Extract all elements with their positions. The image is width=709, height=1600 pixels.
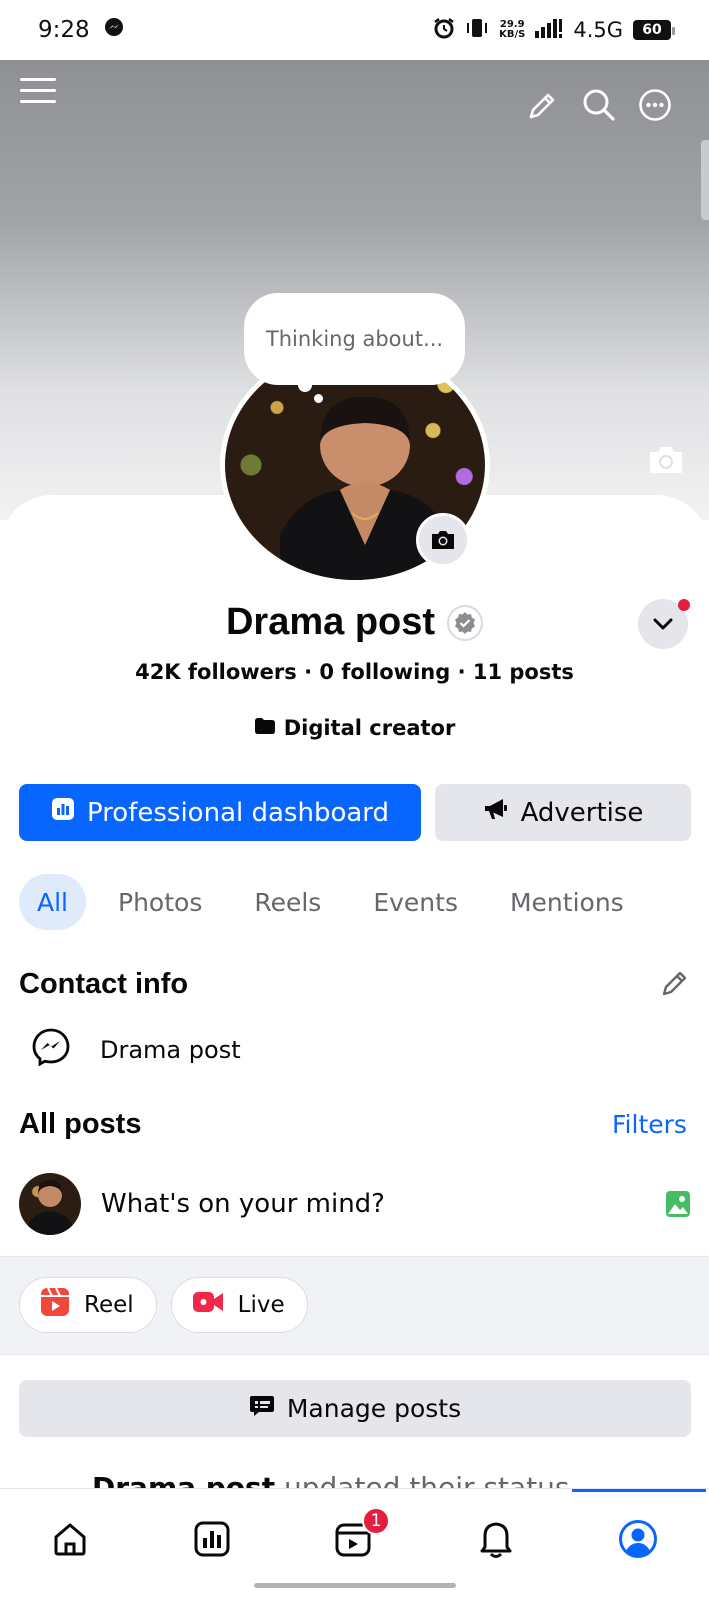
peek-text: Drama post updated their status [92, 1474, 570, 1488]
scroll-edge-handle [701, 140, 709, 220]
alarm-icon [433, 17, 455, 44]
photo-icon[interactable] [665, 1190, 691, 1218]
create-options: Reel Live [19, 1277, 308, 1333]
network-speed-unit: KB/S [499, 29, 526, 40]
home-indicator[interactable] [254, 1583, 456, 1588]
tab-mentions[interactable]: Mentions [490, 874, 644, 930]
manage-posts-button[interactable]: Manage posts [19, 1380, 691, 1437]
profile-actions: Professional dashboard Advertise [19, 784, 691, 841]
live-video-icon [192, 1290, 224, 1320]
post-composer[interactable]: What's on your mind? [19, 1173, 691, 1235]
contact-info-title: Contact info [19, 968, 189, 1000]
chevron-down-icon [653, 618, 673, 630]
verified-badge-icon[interactable] [447, 604, 484, 641]
network-type: 4.5G [573, 18, 623, 42]
messenger-contact-label: Drama post [100, 1036, 241, 1064]
messenger-contact[interactable]: Drama post [32, 1028, 241, 1072]
network-speed: 29.9 KB/S [499, 20, 525, 40]
thought-bubble[interactable]: Thinking about... [244, 293, 465, 385]
signal-icon [535, 18, 563, 43]
thought-bubble-dot [298, 378, 312, 392]
peek-status-text: updated their status [275, 1474, 570, 1488]
tab-photos[interactable]: Photos [98, 874, 222, 930]
category-icon [254, 716, 276, 740]
composer-avatar[interactable] [19, 1173, 81, 1235]
manage-posts-icon [249, 1394, 275, 1424]
nav-video[interactable]: 1 [324, 1507, 390, 1569]
page-category: Digital creator [0, 716, 709, 740]
all-posts-title: All posts [19, 1108, 142, 1140]
profile-name-row: Drama post [0, 601, 709, 644]
avatar-camera-button[interactable] [416, 513, 470, 567]
dashboard-nav-icon [194, 1521, 230, 1557]
battery-indicator: 60 [633, 20, 675, 40]
thought-bubble-dot-small [314, 394, 323, 403]
tab-events[interactable]: Events [353, 874, 478, 930]
page-title: Drama post [225, 601, 436, 643]
professional-dashboard-label: Professional dashboard [86, 797, 390, 828]
notification-dot [678, 599, 690, 611]
filters-link[interactable]: Filters [612, 1110, 687, 1139]
video-badge: 1 [362, 1507, 390, 1535]
dashboard-icon [51, 797, 75, 828]
tab-reels[interactable]: Reels [234, 874, 341, 930]
category-label: Digital creator [283, 716, 456, 740]
messenger-notification-icon [104, 17, 124, 43]
messenger-icon [32, 1028, 70, 1072]
edit-contact-icon[interactable] [660, 968, 690, 1002]
megaphone-icon [483, 797, 509, 828]
cover-camera-icon[interactable] [647, 444, 685, 480]
status-time: 9:28 [38, 17, 90, 43]
nav-notifications[interactable] [466, 1509, 526, 1569]
peek-author: Drama post [92, 1474, 275, 1488]
nav-dashboard[interactable] [182, 1509, 242, 1569]
search-icon[interactable] [582, 88, 616, 126]
more-options-icon[interactable] [638, 88, 672, 126]
bell-icon [480, 1522, 512, 1558]
nav-profile[interactable] [608, 1509, 668, 1569]
profile-icon [619, 1520, 657, 1558]
vibrate-icon [465, 17, 489, 44]
nav-home[interactable] [40, 1509, 100, 1569]
reel-label: Reel [84, 1292, 134, 1318]
profile-stats[interactable]: 42K followers · 0 following · 11 posts [0, 660, 709, 684]
menu-icon[interactable] [20, 78, 56, 108]
divider [0, 1354, 709, 1355]
home-icon [54, 1523, 86, 1556]
reel-button[interactable]: Reel [19, 1277, 157, 1333]
edit-pencil-icon[interactable] [526, 90, 558, 126]
advertise-button[interactable]: Advertise [435, 784, 691, 841]
professional-dashboard-button[interactable]: Professional dashboard [19, 784, 421, 841]
reel-icon [40, 1287, 70, 1323]
composer-placeholder[interactable]: What's on your mind? [101, 1189, 665, 1219]
post-preview-peek[interactable]: Drama post updated their status [0, 1474, 709, 1488]
manage-posts-label: Manage posts [286, 1394, 462, 1423]
active-tab-indicator [572, 1489, 706, 1492]
live-label: Live [237, 1292, 285, 1318]
live-button[interactable]: Live [170, 1277, 308, 1333]
status-bar: 9:28 29.9 KB/S 4.5G 60 [0, 0, 709, 60]
tab-all[interactable]: All [19, 874, 86, 930]
advertise-label: Advertise [520, 797, 644, 828]
profile-switch-dropdown[interactable] [638, 599, 690, 649]
profile-tabs: All Photos Reels Events Mentions [19, 874, 656, 930]
